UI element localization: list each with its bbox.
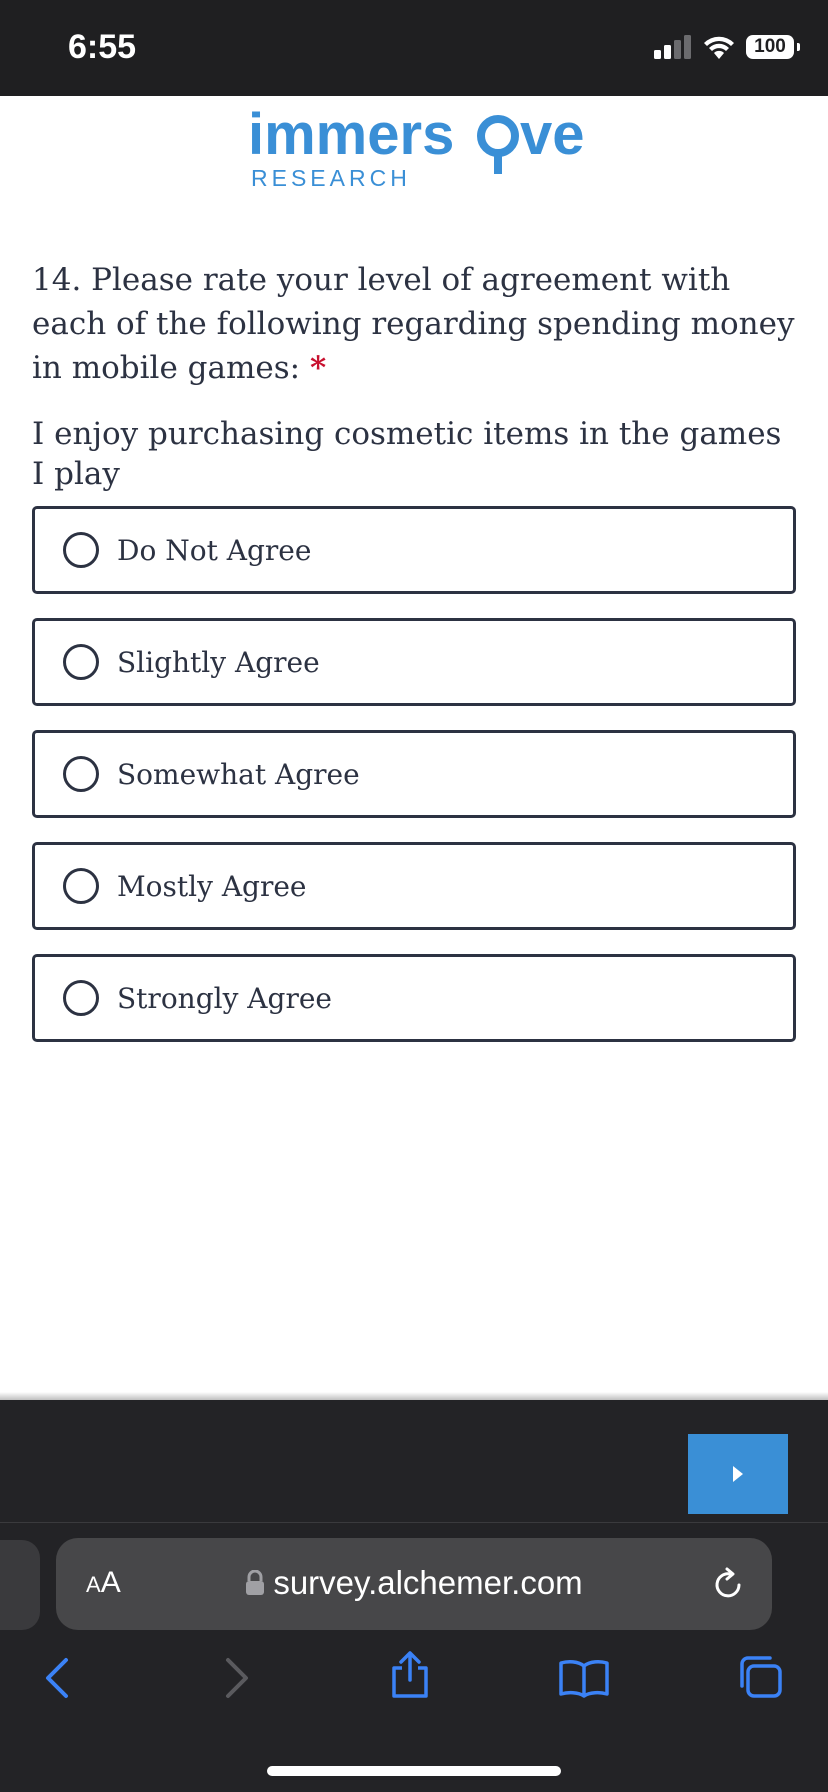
share-icon[interactable] [388, 1650, 432, 1700]
divider [0, 1522, 828, 1523]
question-statement: I enjoy purchasing cosmetic items in the… [32, 416, 782, 492]
option-label: Slightly Agree [117, 645, 320, 679]
header-logo: immers ve RESEARCH [0, 100, 828, 200]
address-bar[interactable]: AA survey.alchemer.com [56, 1538, 772, 1630]
radio-button[interactable] [63, 868, 99, 904]
status-icons: 100 [654, 34, 800, 60]
cellular-signal-icon [654, 35, 691, 59]
next-button[interactable] [688, 1434, 788, 1514]
question-title: 14. Please rate your level of agreement … [32, 262, 795, 386]
option-do-not-agree[interactable]: Do Not Agree [32, 506, 796, 594]
question-text: 14. Please rate your level of agreement … [32, 258, 796, 390]
home-indicator[interactable] [267, 1766, 561, 1776]
option-slightly-agree[interactable]: Slightly Agree [32, 618, 796, 706]
url-text: survey.alchemer.com [273, 1564, 583, 1601]
previous-tab-peek[interactable] [0, 1540, 40, 1630]
radio-button[interactable] [63, 532, 99, 568]
bookmarks-icon[interactable] [558, 1658, 610, 1698]
tabs-icon[interactable] [736, 1654, 784, 1700]
option-mostly-agree[interactable]: Mostly Agree [32, 842, 796, 930]
status-time: 6:55 [68, 28, 137, 66]
bottom-chrome: AA survey.alchemer.com [0, 1392, 828, 1792]
answer-options: Do Not Agree Slightly Agree Somewhat Agr… [32, 506, 796, 1066]
url-display[interactable]: survey.alchemer.com [56, 1564, 772, 1602]
lock-icon [246, 1570, 265, 1595]
svg-text:RESEARCH: RESEARCH [251, 165, 411, 191]
required-asterisk: * [309, 350, 327, 386]
svg-text:immers: immers [248, 102, 454, 167]
option-somewhat-agree[interactable]: Somewhat Agree [32, 730, 796, 818]
svg-text:ve: ve [520, 102, 585, 167]
wifi-icon [704, 36, 734, 59]
question-block: 14. Please rate your level of agreement … [32, 258, 796, 494]
forward-icon[interactable] [222, 1656, 252, 1700]
radio-button[interactable] [63, 756, 99, 792]
radio-button[interactable] [63, 644, 99, 680]
option-label: Somewhat Agree [117, 757, 360, 791]
option-label: Do Not Agree [117, 533, 312, 567]
reload-icon[interactable] [712, 1566, 746, 1602]
immersive-research-logo: immers ve RESEARCH [248, 102, 585, 191]
option-label: Mostly Agree [117, 869, 307, 903]
status-bar: 6:55 100 [0, 0, 828, 96]
battery-icon: 100 [746, 35, 800, 59]
back-icon[interactable] [42, 1656, 72, 1700]
option-label: Strongly Agree [117, 981, 332, 1015]
radio-button[interactable] [63, 980, 99, 1016]
play-arrow-icon [733, 1466, 743, 1482]
option-strongly-agree[interactable]: Strongly Agree [32, 954, 796, 1042]
